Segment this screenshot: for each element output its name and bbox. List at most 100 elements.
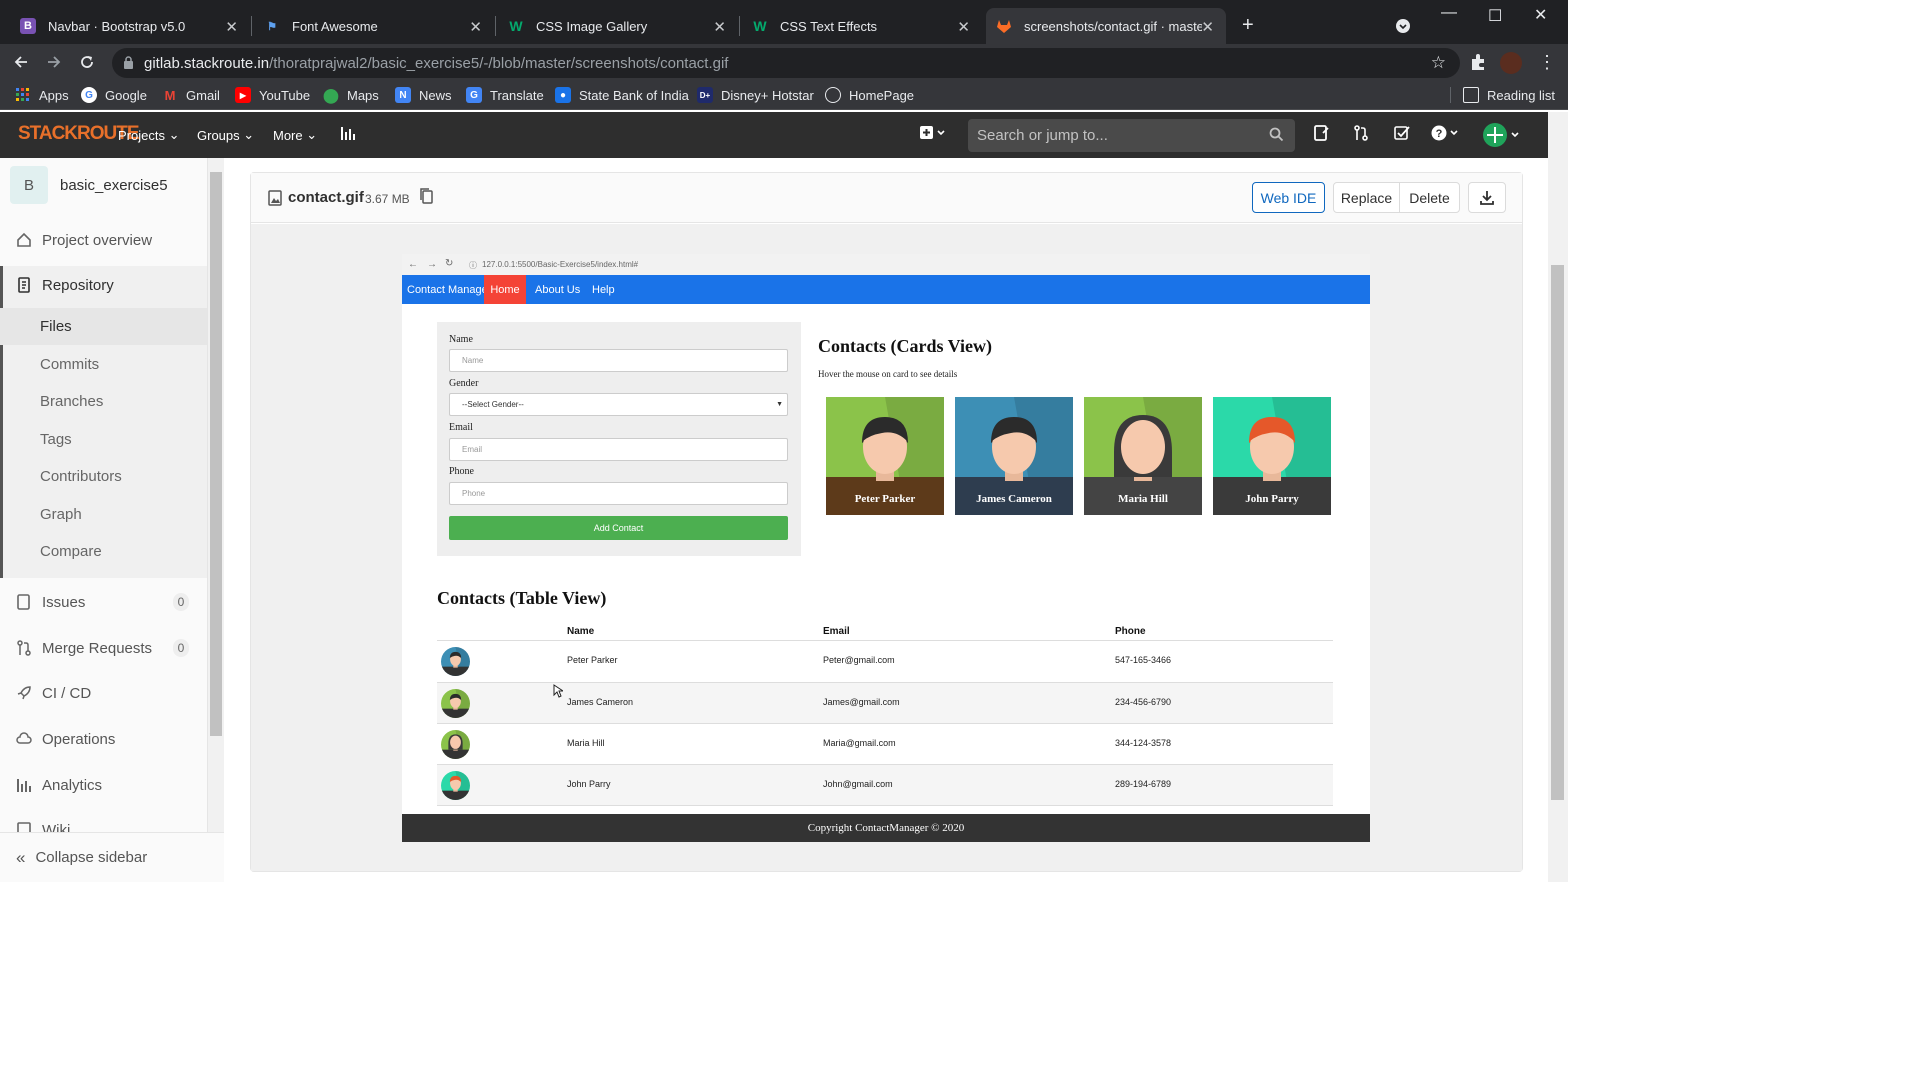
- maximize-icon[interactable]: ☐: [1488, 6, 1502, 26]
- bookmark-apps[interactable]: Apps: [15, 87, 69, 103]
- issues-icon[interactable]: [1313, 125, 1329, 141]
- sidebar-item-project-overview[interactable]: Project overview: [0, 221, 207, 259]
- doc-icon: [16, 277, 34, 293]
- table-row: John Parry John@gmail.com 289-194-6789: [437, 764, 1333, 805]
- profile-avatar[interactable]: [1500, 52, 1522, 74]
- gif-nav-home: Home: [484, 275, 526, 304]
- tab-search-icon[interactable]: [1395, 18, 1411, 34]
- back-icon[interactable]: [13, 54, 29, 70]
- row-email: James@gmail.com: [823, 697, 900, 707]
- browser-tab[interactable]: W CSS Image Gallery ✕: [498, 8, 738, 44]
- bookmark-google[interactable]: G Google: [81, 87, 147, 103]
- reload-icon: ↻: [445, 258, 454, 269]
- sidebar-sub-files[interactable]: Files: [0, 308, 207, 345]
- gif-phone-label: Phone: [449, 466, 474, 477]
- sidebar-sub-graph[interactable]: Graph: [0, 496, 207, 533]
- project-name: basic_exercise5: [60, 176, 168, 194]
- bookmark-news[interactable]: N News: [395, 87, 452, 103]
- svg-text:?: ?: [1436, 128, 1443, 140]
- minimize-icon[interactable]: —: [1441, 4, 1457, 22]
- close-tab-icon[interactable]: ✕: [713, 18, 726, 36]
- reload-icon[interactable]: [79, 54, 95, 70]
- sidebar-scroll-thumb[interactable]: [210, 172, 222, 736]
- todo-icon[interactable]: [1394, 125, 1410, 141]
- project-sidebar: B basic_exercise5 Project overview Repos…: [0, 158, 208, 882]
- row-avatar: [441, 689, 470, 718]
- gif-nav-about: About Us: [535, 283, 581, 296]
- address-bar[interactable]: gitlab.stackroute.in/thoratprajwal2/basi…: [112, 48, 1460, 78]
- web-ide-button[interactable]: Web IDE: [1252, 182, 1325, 213]
- sidebar-sub-tags[interactable]: Tags: [0, 421, 207, 458]
- row-email: John@gmail.com: [823, 779, 893, 789]
- contact-card-name: Maria Hill: [1118, 493, 1168, 505]
- browser-toolbar: gitlab.stackroute.in/thoratprajwal2/basi…: [0, 44, 1568, 82]
- sidebar-sub-contributors[interactable]: Contributors: [0, 458, 207, 495]
- contact-card: Peter Parker: [826, 397, 944, 515]
- google-icon: G: [81, 87, 97, 103]
- contact-card-name: John Parry: [1245, 493, 1299, 505]
- nav-projects[interactable]: Projects ⌄: [118, 127, 180, 143]
- close-tab-icon[interactable]: ✕: [225, 18, 238, 36]
- close-tab-icon[interactable]: ✕: [469, 18, 482, 36]
- chart-icon: [16, 777, 34, 793]
- sidebar-sub-compare[interactable]: Compare: [0, 533, 207, 570]
- sidebar-item-wiki[interactable]: Wiki: [0, 812, 207, 834]
- sidebar-project-header[interactable]: B basic_exercise5: [10, 166, 168, 204]
- browser-tab-active[interactable]: screenshots/contact.gif · master · ✕: [986, 8, 1226, 44]
- collapse-sidebar-button[interactable]: « Collapse sidebar: [0, 832, 224, 882]
- sidebar-item-repository[interactable]: Repository: [0, 266, 207, 304]
- extensions-icon[interactable]: [1469, 53, 1487, 71]
- close-tab-icon[interactable]: ✕: [1201, 18, 1214, 36]
- bookmark-homepage[interactable]: HomePage: [825, 87, 914, 103]
- forward-icon[interactable]: [46, 54, 62, 70]
- sidebar-sub-branches[interactable]: Branches: [0, 383, 207, 420]
- gitlab-header: STACKROUTE Projects ⌄ Groups ⌄ More ⌄ Se…: [0, 112, 1548, 158]
- nav-groups[interactable]: Groups ⌄: [197, 127, 254, 143]
- sidebar-item-operations[interactable]: Operations: [0, 720, 207, 758]
- browser-tab[interactable]: ⚑ Font Awesome ✕: [254, 8, 494, 44]
- browser-tab[interactable]: W CSS Text Effects ✕: [742, 8, 982, 44]
- nav-more[interactable]: More ⌄: [273, 127, 317, 143]
- gif-th-phone: Phone: [1115, 626, 1146, 637]
- download-button[interactable]: [1468, 182, 1506, 213]
- reading-list[interactable]: Reading list: [1450, 87, 1555, 103]
- kebab-menu-icon[interactable]: ⋮: [1538, 52, 1556, 73]
- search-input[interactable]: Search or jump to...: [968, 119, 1295, 152]
- replace-button[interactable]: Replace: [1333, 182, 1400, 213]
- bookmark-translate[interactable]: G Translate: [466, 87, 544, 103]
- close-window-icon[interactable]: ✕: [1534, 5, 1547, 25]
- bookmark-hotstar[interactable]: D+ Disney+ Hotstar: [697, 87, 814, 103]
- close-tab-icon[interactable]: ✕: [957, 18, 970, 36]
- sidebar-sub-commits[interactable]: Commits: [0, 346, 207, 383]
- page-scroll-thumb[interactable]: [1551, 265, 1564, 800]
- copy-path-icon[interactable]: [420, 188, 434, 204]
- youtube-icon: ▶: [235, 87, 251, 103]
- sidebar-item-issues[interactable]: Issues 0: [0, 583, 207, 621]
- delete-button[interactable]: Delete: [1399, 182, 1460, 213]
- translate-icon: G: [466, 87, 482, 103]
- rocket-icon: [16, 685, 34, 701]
- user-avatar[interactable]: [1482, 122, 1522, 148]
- bookmark-maps[interactable]: ⬤ Maps: [323, 87, 379, 103]
- row-avatar: [441, 771, 470, 800]
- sidebar-item-merge-requests[interactable]: Merge Requests 0: [0, 629, 207, 667]
- bookmark-sbi[interactable]: ● State Bank of India: [555, 87, 689, 103]
- gif-th-name: Name: [567, 626, 595, 637]
- table-row: James Cameron James@gmail.com 234-456-67…: [437, 682, 1333, 723]
- bookmark-youtube[interactable]: ▶ YouTube: [235, 87, 310, 103]
- help-icon[interactable]: ?: [1431, 125, 1461, 141]
- new-tab-icon[interactable]: +: [1242, 14, 1254, 37]
- star-icon[interactable]: ☆: [1431, 53, 1446, 73]
- contact-card-name: James Cameron: [976, 493, 1052, 505]
- sidebar-item-ci-cd[interactable]: CI / CD: [0, 674, 207, 712]
- bookmarks-bar: Apps G Google M Gmail ▶ YouTube ⬤ Maps N News…: [0, 82, 1568, 110]
- new-item-icon[interactable]: [920, 125, 948, 141]
- gitlab-icon: [996, 18, 1012, 34]
- sidebar-item-analytics[interactable]: Analytics: [0, 766, 207, 804]
- bookmark-gmail[interactable]: M Gmail: [162, 87, 220, 103]
- activity-chart-icon[interactable]: [340, 125, 356, 141]
- merge-request-icon[interactable]: [1353, 125, 1369, 141]
- gif-browser-bar: ← → ↻ ⓘ 127.0.0.1:5500/Basic-Exercise5/i…: [402, 254, 1370, 275]
- browser-tab[interactable]: B Navbar · Bootstrap v5.0 ✕: [10, 8, 250, 44]
- row-name: John Parry: [567, 779, 611, 789]
